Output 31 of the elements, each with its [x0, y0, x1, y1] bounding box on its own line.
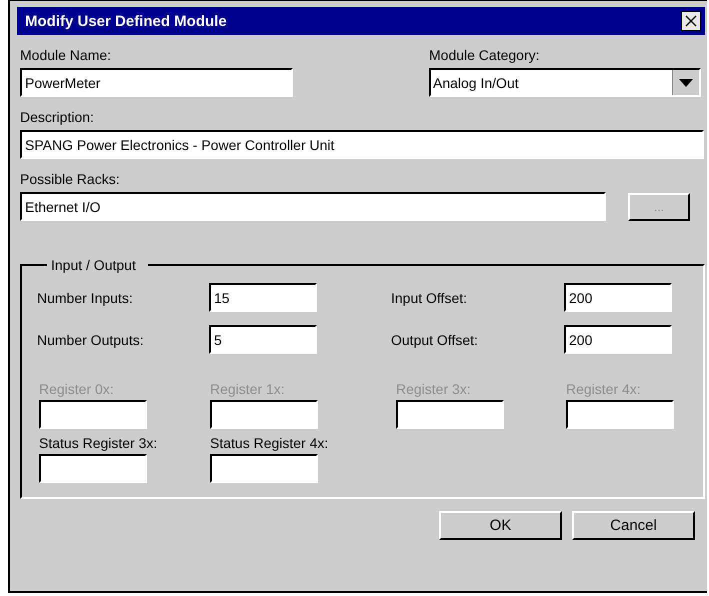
field-label: Status Register 3x: — [39, 435, 158, 451]
field-label: Possible Racks: — [20, 171, 121, 187]
dialog-button[interactable]: Cancel — [572, 511, 695, 540]
input-field[interactable]: Ethernet I/O — [20, 192, 606, 221]
field-label: Module Name: — [20, 47, 112, 63]
field-label: Number Inputs: — [37, 290, 134, 306]
input-field[interactable]: 200 — [564, 283, 672, 312]
field-label: Module Category: — [429, 47, 541, 63]
field-label: Register 1x: — [210, 381, 286, 397]
field-label: Status Register 4x: — [210, 435, 330, 451]
dialog-button[interactable]: OK — [439, 511, 562, 540]
input-field[interactable] — [210, 454, 318, 483]
field-label: Number Outputs: — [37, 332, 145, 348]
window-title: Modify User Defined Module — [25, 12, 227, 30]
close-icon — [685, 15, 697, 27]
dropdown[interactable]: Analog In/Out — [429, 68, 701, 97]
input-field[interactable]: 5 — [209, 325, 317, 354]
field-label: Register 0x: — [39, 381, 115, 397]
field-label: Register 3x: — [396, 381, 472, 397]
input-field[interactable]: 15 — [209, 283, 317, 312]
dropdown-arrow-icon — [679, 78, 693, 86]
field-label: Input Offset: — [391, 290, 468, 306]
group-title: Input / Output — [50, 257, 137, 273]
field-label: Register 4x: — [566, 381, 642, 397]
input-field[interactable] — [39, 454, 147, 483]
field-label: Output Offset: — [391, 332, 479, 348]
field-label: Description: — [20, 109, 95, 125]
input-field[interactable]: PowerMeter — [20, 68, 293, 97]
input-field[interactable]: 200 — [564, 325, 672, 354]
close-button[interactable] — [681, 11, 701, 31]
input-field[interactable]: SPANG Power Electronics - Power Controller Unit — [20, 130, 704, 159]
